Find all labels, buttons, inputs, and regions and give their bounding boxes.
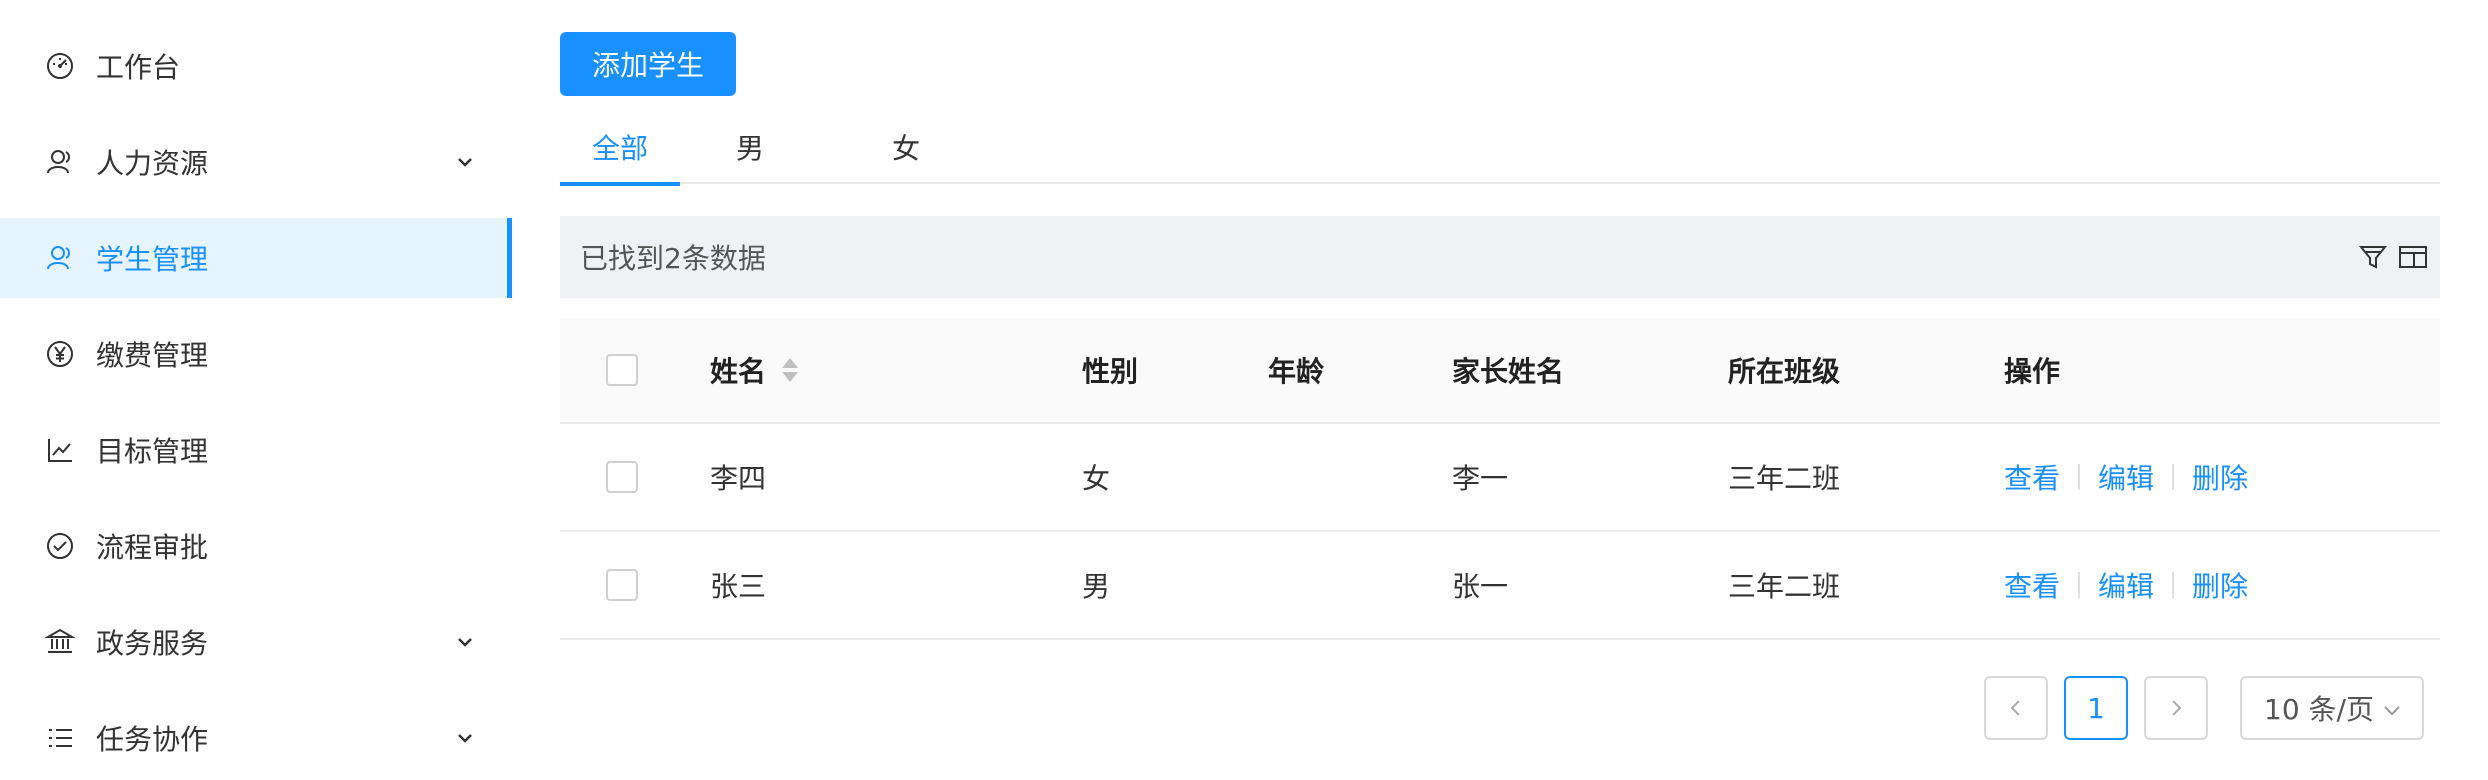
filter-icon[interactable] — [2356, 240, 2390, 274]
table-row: 李四 女 李一 三年二班 查看 编辑 删除 — [560, 424, 2440, 532]
page-number-button[interactable]: 1 — [2064, 676, 2128, 740]
sidebar-item-goals[interactable]: 目标管理 — [0, 410, 512, 490]
bank-icon — [44, 626, 76, 658]
cell-gender: 男 — [1082, 570, 1111, 603]
table-row: 张三 男 张一 三年二班 查看 编辑 删除 — [560, 532, 2440, 640]
cell-actions: 查看 编辑 删除 — [2004, 532, 2248, 638]
column-header-gender: 性别 — [1082, 355, 1139, 388]
cell-actions: 查看 编辑 删除 — [2004, 424, 2248, 530]
main-content: 添加学生 全部 男 女 已找到2条数据 姓名 性别 年龄 家长姓名 所在班级 操… — [512, 0, 2488, 780]
user-icon — [44, 146, 76, 178]
delete-link[interactable]: 删除 — [2192, 565, 2248, 605]
sidebar-item-hr[interactable]: 人力资源 — [0, 122, 512, 202]
column-header-name[interactable]: 姓名 — [710, 318, 799, 422]
cell-parent-name: 张一 — [1452, 570, 1509, 603]
chevron-down-icon — [452, 149, 478, 175]
view-link[interactable]: 查看 — [2004, 565, 2060, 605]
cell-parent-name: 李一 — [1452, 462, 1509, 495]
action-divider — [2078, 572, 2081, 598]
sidebar-item-label: 目标管理 — [96, 435, 209, 468]
sidebar-item-workbench[interactable]: 工作台 — [0, 26, 512, 106]
delete-link[interactable]: 删除 — [2192, 457, 2248, 497]
sidebar: 工作台 人力资源 学生管理 缴费管理 目标管理 流程审批 政务服务 任务协作 — [0, 0, 512, 780]
cell-name: 李四 — [710, 462, 767, 495]
tab-all[interactable]: 全部 — [560, 110, 680, 186]
sidebar-item-label: 缴费管理 — [96, 339, 209, 372]
user-icon — [44, 242, 76, 274]
cell-name: 张三 — [710, 570, 767, 603]
result-summary-bar: 已找到2条数据 — [560, 216, 2440, 298]
chevron-right-icon — [2172, 700, 2182, 716]
view-link[interactable]: 查看 — [2004, 457, 2060, 497]
action-divider — [2078, 464, 2081, 490]
list-icon — [44, 722, 76, 754]
chevron-down-icon — [2380, 698, 2404, 722]
sidebar-item-government[interactable]: 政务服务 — [0, 602, 512, 682]
prev-page-button[interactable] — [1984, 676, 2048, 740]
row-checkbox[interactable] — [606, 461, 638, 493]
page-size-select[interactable]: 10 条/页 — [2240, 676, 2424, 740]
column-header-actions: 操作 — [2004, 355, 2061, 388]
sidebar-item-label: 工作台 — [96, 51, 181, 84]
check-circle-icon — [44, 530, 76, 562]
sidebar-item-approval[interactable]: 流程审批 — [0, 506, 512, 586]
sidebar-item-label: 任务协作 — [96, 723, 209, 756]
tab-male[interactable]: 男 — [690, 110, 810, 184]
chevron-left-icon — [2010, 700, 2020, 716]
column-header-parent-name: 家长姓名 — [1452, 355, 1565, 388]
student-table: 姓名 性别 年龄 家长姓名 所在班级 操作 李四 女 李一 三年二班 查看 编辑… — [560, 318, 2440, 640]
sidebar-item-label: 流程审批 — [96, 531, 209, 564]
edit-link[interactable]: 编辑 — [2098, 565, 2154, 605]
edit-link[interactable]: 编辑 — [2098, 457, 2154, 497]
cell-class: 三年二班 — [1728, 462, 1841, 495]
page-size-value: 10 条/页 — [2264, 693, 2374, 726]
dashboard-icon — [44, 50, 76, 82]
line-chart-icon — [44, 434, 76, 466]
gender-tabs: 全部 男 女 — [560, 110, 2440, 186]
sidebar-item-tasks[interactable]: 任务协作 — [0, 698, 512, 778]
chevron-down-icon — [452, 725, 478, 751]
action-divider — [2172, 572, 2175, 598]
yen-icon — [44, 338, 76, 370]
cell-class: 三年二班 — [1728, 570, 1841, 603]
result-count-text: 已找到2条数据 — [580, 242, 766, 275]
sidebar-item-student-management[interactable]: 学生管理 — [0, 218, 512, 298]
sidebar-item-label: 学生管理 — [96, 243, 209, 276]
app-root: 工作台 人力资源 学生管理 缴费管理 目标管理 流程审批 政务服务 任务协作 添… — [0, 0, 2488, 780]
tab-female[interactable]: 女 — [846, 110, 966, 184]
action-divider — [2172, 464, 2175, 490]
column-settings-icon[interactable] — [2396, 240, 2430, 274]
column-header-age: 年龄 — [1268, 355, 1325, 388]
row-checkbox[interactable] — [606, 569, 638, 601]
select-all-checkbox[interactable] — [606, 354, 638, 386]
chevron-down-icon — [452, 629, 478, 655]
column-header-class: 所在班级 — [1728, 355, 1841, 388]
next-page-button[interactable] — [2144, 676, 2208, 740]
add-student-button[interactable]: 添加学生 — [560, 32, 736, 96]
sidebar-item-payment[interactable]: 缴费管理 — [0, 314, 512, 394]
sidebar-item-label: 政务服务 — [96, 627, 209, 660]
sidebar-item-label: 人力资源 — [96, 147, 209, 180]
sort-icon[interactable] — [782, 356, 799, 384]
table-header: 姓名 性别 年龄 家长姓名 所在班级 操作 — [560, 318, 2440, 424]
cell-gender: 女 — [1082, 462, 1111, 495]
